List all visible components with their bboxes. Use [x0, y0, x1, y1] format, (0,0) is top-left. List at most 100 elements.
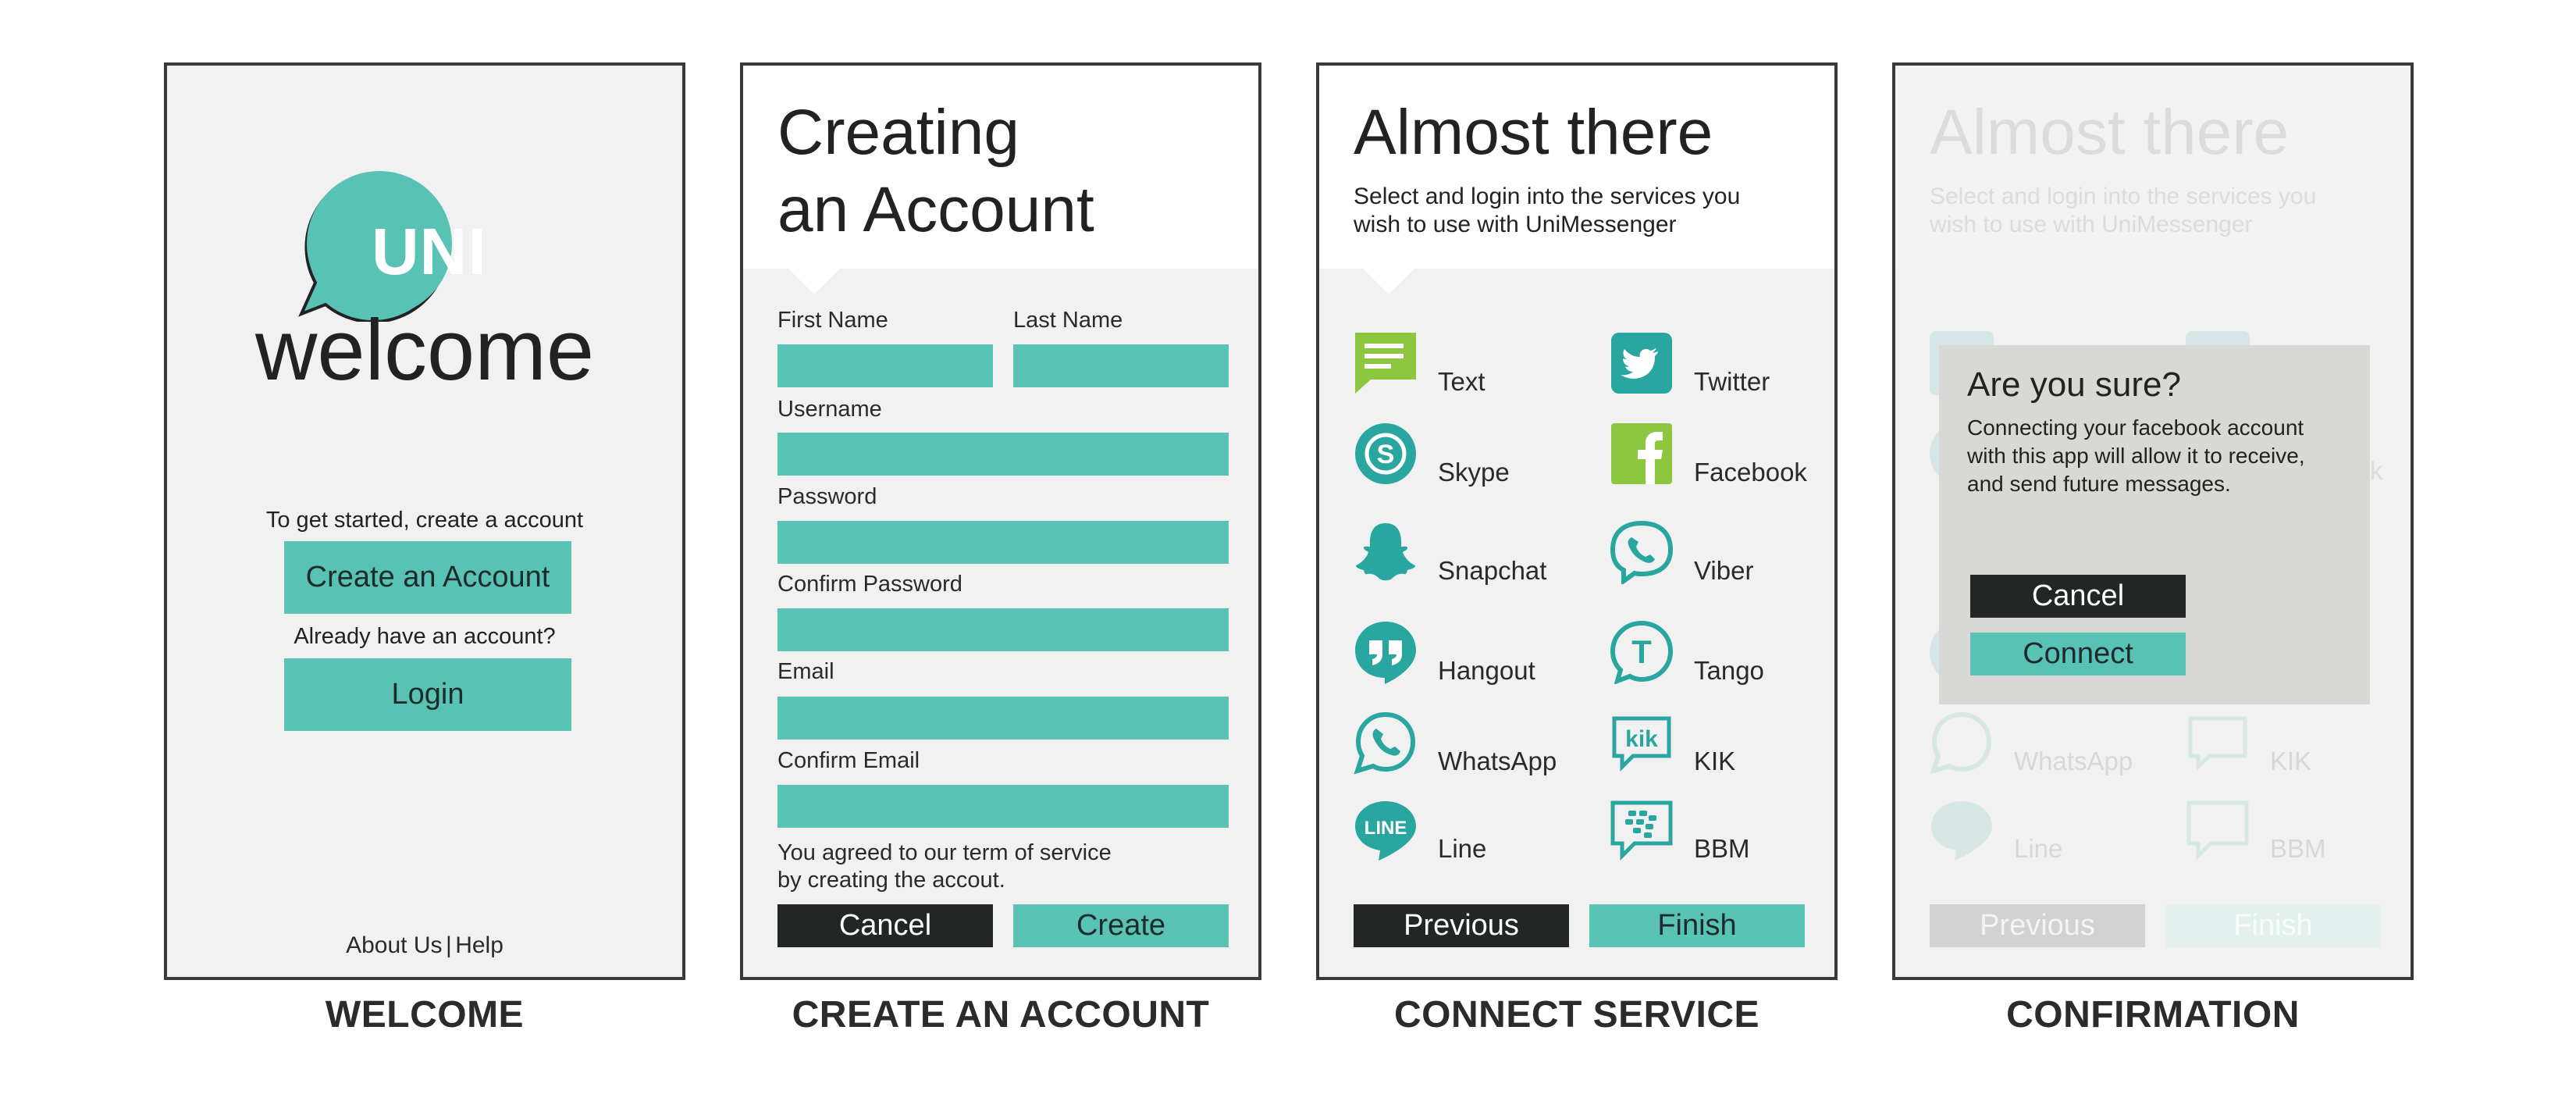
caption-create-account: CREATE AN ACCOUNT — [792, 994, 1210, 1035]
twitter-icon — [1611, 333, 1672, 394]
service-label: Viber — [1694, 556, 1754, 585]
service-whatsapp[interactable]: WhatsApp — [1354, 711, 1572, 781]
confirmation-screen: Almost there Select and login into the s… — [1892, 62, 2414, 980]
intro-text: To get started, create a account — [265, 508, 584, 533]
last-name-field[interactable] — [1013, 344, 1229, 387]
cancel-button[interactable]: Cancel — [777, 904, 993, 947]
service-label: Text — [1438, 367, 1485, 396]
service-kik[interactable]: kik KIK — [1610, 711, 1828, 781]
dialog-message: Connecting your facebook account with th… — [1967, 414, 2357, 498]
confirm-password-label: Confirm Password — [777, 572, 962, 597]
page-subtitle: Select and login into the services you w… — [1354, 183, 1759, 239]
service-label: Line — [2014, 834, 2063, 863]
dialog-connect-button[interactable]: Connect — [1970, 633, 2186, 675]
bbm-icon — [1610, 800, 1673, 861]
confirm-email-field[interactable] — [777, 785, 1229, 828]
service-viber[interactable]: Viber — [1610, 520, 1828, 590]
terms-line1: You agreed to our term of service — [777, 840, 1112, 865]
service-snapchat[interactable]: Snapchat — [1354, 520, 1572, 590]
confirm-email-label: Confirm Email — [777, 748, 920, 773]
create-account-screen: Creating an Account First Name Last Name… — [740, 62, 1261, 980]
footer-links: About Us | Help — [167, 932, 682, 959]
subtitle-line2: wish to use with UniMessenger — [1354, 212, 1677, 237]
service-label: WhatsApp — [1438, 747, 1557, 775]
bg-finish-button: Finish — [2165, 904, 2381, 947]
svg-text:kik: kik — [1625, 726, 1658, 752]
service-label: Snapchat — [1438, 556, 1547, 585]
service-label: Facebook — [1694, 458, 1807, 487]
caption-confirmation: CONFIRMATION — [2006, 994, 2300, 1035]
about-us-link[interactable]: About Us — [346, 932, 442, 958]
line-icon: LINE — [1355, 801, 1416, 861]
service-label: Twitter — [1694, 367, 1770, 396]
first-name-label: First Name — [777, 308, 888, 333]
footer-separator: | — [445, 932, 452, 958]
bg-facebook-fragment: k — [2370, 456, 2383, 485]
welcome-title: welcome — [254, 302, 595, 398]
username-field[interactable] — [777, 433, 1229, 476]
service-label: Hangout — [1438, 656, 1535, 685]
header-notch — [1363, 269, 1414, 294]
page-title: Almost there — [1354, 97, 1713, 168]
login-button[interactable]: Login — [284, 658, 571, 731]
service-skype[interactable]: S Skype — [1354, 422, 1572, 492]
service-hangout[interactable]: Hangout — [1354, 620, 1572, 690]
text-message-icon — [1355, 333, 1416, 394]
caption-welcome: WELCOME — [325, 994, 525, 1035]
hangout-icon — [1355, 622, 1416, 684]
kik-icon: kik — [1612, 716, 1671, 772]
page-title-line1: Creating — [777, 97, 1019, 168]
service-label: WhatsApp — [2014, 747, 2133, 775]
email-label: Email — [777, 659, 834, 684]
last-name-label: Last Name — [1013, 308, 1123, 333]
line-icon — [1931, 801, 1992, 861]
page-subtitle: Select and login into the services you w… — [1930, 183, 2336, 239]
username-label: Username — [777, 397, 882, 422]
facebook-icon — [1611, 423, 1672, 484]
create-account-button[interactable]: Create an Account — [284, 541, 571, 614]
email-field[interactable] — [777, 697, 1229, 740]
service-label: Skype — [1438, 458, 1510, 487]
bg-previous-button: Previous — [1930, 904, 2145, 947]
service-text[interactable]: Text — [1354, 331, 1572, 401]
service-bbm[interactable]: BBM — [1610, 798, 1828, 868]
service-facebook[interactable]: Facebook — [1610, 422, 1828, 492]
page-title-line2: an Account — [777, 174, 1094, 245]
snapchat-icon — [1356, 523, 1415, 581]
bg-service-whatsapp: WhatsApp — [1930, 711, 2148, 781]
subtitle-line1: Select and login into the services you — [1930, 184, 2317, 209]
dialog-line2: with this app will allow it to receive, — [1967, 444, 2305, 468]
service-twitter[interactable]: Twitter — [1610, 331, 1828, 401]
help-link[interactable]: Help — [455, 932, 503, 958]
caption-connect-service: CONNECT SERVICE — [1393, 994, 1760, 1035]
welcome-screen: UNI welcome To get started, create a acc… — [164, 62, 685, 980]
svg-text:S: S — [1377, 440, 1395, 469]
first-name-field[interactable] — [777, 344, 993, 387]
svg-text:LINE: LINE — [1364, 818, 1407, 839]
svg-text:T: T — [1631, 633, 1652, 670]
confirm-password-field[interactable] — [777, 608, 1229, 651]
dialog-cancel-button[interactable]: Cancel — [1970, 575, 2186, 618]
dialog-title: Are you sure? — [1967, 365, 2181, 404]
bg-service-bbm: BBM — [2186, 798, 2404, 868]
dialog-line1: Connecting your facebook account — [1967, 415, 2304, 440]
service-line[interactable]: LINE Line — [1354, 798, 1572, 868]
finish-button[interactable]: Finish — [1589, 904, 1805, 947]
already-have-account-text: Already have an account? — [294, 624, 556, 649]
whatsapp-icon — [1930, 711, 1992, 775]
previous-button[interactable]: Previous — [1354, 904, 1569, 947]
bg-service-kik: KIK — [2186, 711, 2404, 781]
confirm-dialog: Are you sure? Connecting your facebook a… — [1939, 345, 2370, 704]
page-title: Almost there — [1930, 97, 2290, 168]
kik-icon — [2188, 716, 2247, 772]
subtitle-line2: wish to use with UniMessenger — [1930, 212, 2253, 237]
service-tango[interactable]: T Tango — [1610, 620, 1828, 690]
password-field[interactable] — [777, 521, 1229, 564]
service-label: Line — [1438, 834, 1487, 863]
whatsapp-icon — [1354, 711, 1416, 775]
create-button[interactable]: Create — [1013, 904, 1229, 947]
tango-icon: T — [1610, 620, 1674, 684]
terms-line2: by creating the accout. — [777, 868, 1005, 893]
service-label: BBM — [1694, 834, 1750, 863]
password-label: Password — [777, 484, 877, 509]
